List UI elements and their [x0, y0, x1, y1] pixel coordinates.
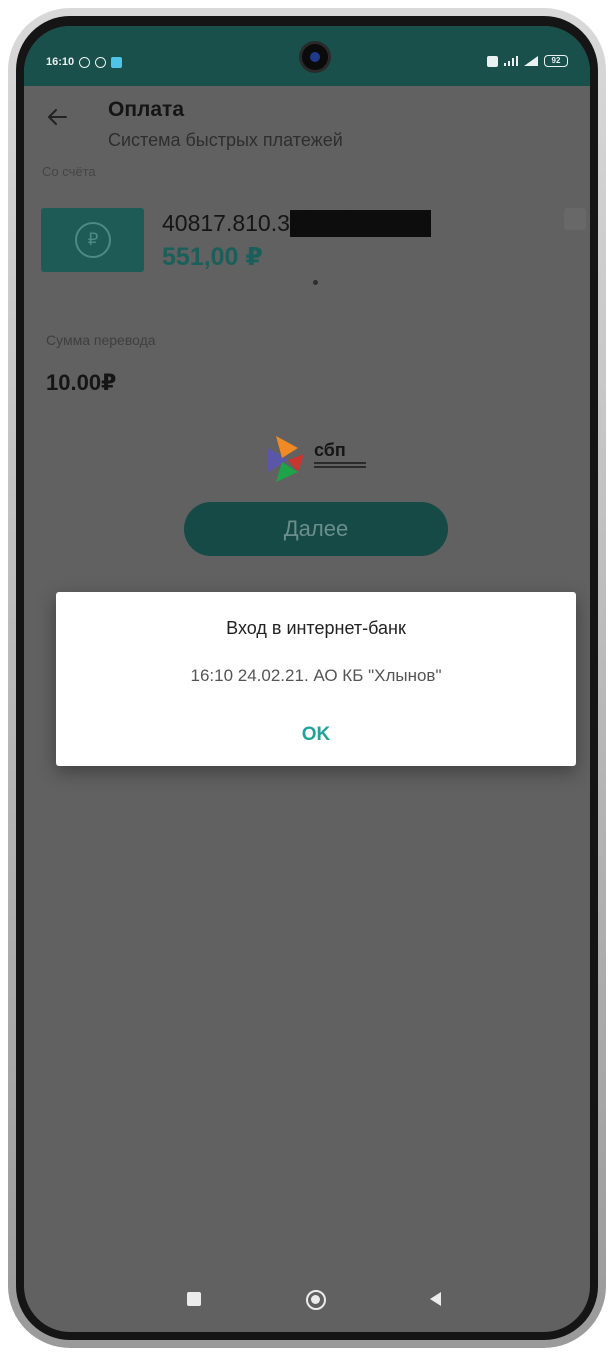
ruble-icon: ₽ [75, 222, 111, 258]
dialog-title: Вход в интернет-банк [226, 618, 406, 638]
dialog-ok-button[interactable]: OK [286, 718, 346, 752]
account-number-masked: 00000760192 [289, 210, 431, 237]
page-title: Оплата [108, 98, 185, 121]
login-notification-dialog: Вход в интернет-банк 16:10 24.02.21. АО … [56, 592, 576, 766]
dialog-message: 16:10 24.02.21. АО КБ "Хлынов" [190, 666, 442, 685]
pager-dot [313, 280, 318, 285]
app-notification-icon [111, 56, 123, 68]
from-account-label: Со счёта [42, 164, 96, 179]
next-button[interactable]: Далее [184, 502, 448, 556]
battery-icon: 92 [544, 55, 568, 67]
system-nav-bar [24, 1272, 590, 1332]
recents-icon[interactable] [187, 1292, 201, 1306]
account-options-icon[interactable] [564, 208, 586, 230]
status-time: 16:10 [46, 56, 75, 68]
back-arrow-icon[interactable] [46, 106, 68, 128]
home-icon[interactable] [306, 1290, 326, 1310]
account-card[interactable]: ₽ [41, 208, 144, 272]
sbp-logo-subtext [314, 462, 366, 468]
system-back-icon[interactable] [430, 1292, 441, 1306]
account-balance: 551,00 ₽ [162, 243, 263, 271]
screen: 16:10 92 Оплата Система быстрых платежей… [24, 26, 590, 1332]
alarm-icon [95, 56, 107, 68]
transfer-amount-label: Сумма перевода [46, 332, 156, 348]
page-subtitle: Система быстрых платежей [108, 130, 343, 150]
sbp-logo-text: сбп [314, 440, 346, 460]
front-camera [302, 44, 328, 70]
sim-icon [487, 55, 498, 67]
account-number[interactable]: 40817.810.3 00000760192 [162, 210, 431, 237]
signal-2-icon [524, 56, 538, 66]
settings-icon [79, 56, 91, 68]
transfer-amount-value[interactable]: 10.00₽ [46, 370, 116, 396]
signal-icon [504, 56, 518, 66]
account-number-visible: 40817.810.3 [162, 210, 290, 236]
